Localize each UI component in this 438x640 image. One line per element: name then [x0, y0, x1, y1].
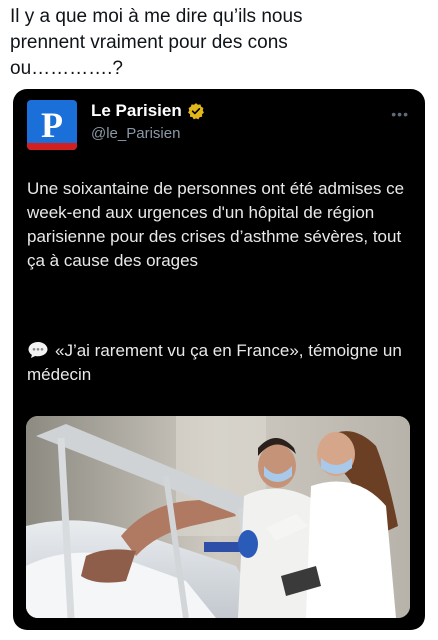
post-text: Il y a que moi à me dire qu’ils nous pre…	[10, 6, 303, 79]
logo-letter: P	[41, 105, 63, 145]
ellipsis-icon[interactable]: •••	[391, 106, 409, 122]
logo-stripe	[27, 143, 77, 150]
tweet-header: P Le Parisien @le_Parisien •••	[27, 100, 411, 150]
tweet-photo[interactable]	[26, 416, 410, 618]
speech-bubble-icon	[28, 342, 48, 358]
embedded-tweet-card[interactable]: P Le Parisien @le_Parisien ••• Une soixa…	[13, 89, 425, 630]
author-display-name-row[interactable]: Le Parisien	[91, 101, 205, 121]
le-parisien-logo[interactable]: P	[27, 100, 77, 150]
tweet-body: Une soixantaine de personnes ont été adm…	[27, 179, 405, 270]
author-handle[interactable]: @le_Parisien	[91, 125, 205, 142]
author-names: Le Parisien @le_Parisien	[91, 101, 205, 142]
tweet-quote: «J’ai rarement vu ça en France», témoign…	[27, 339, 407, 387]
hospital-scene-image	[26, 416, 410, 618]
author-display-name: Le Parisien	[91, 101, 182, 120]
tweet-quote-text: «J’ai rarement vu ça en France», témoign…	[27, 341, 402, 384]
verified-badge-icon	[187, 103, 204, 120]
